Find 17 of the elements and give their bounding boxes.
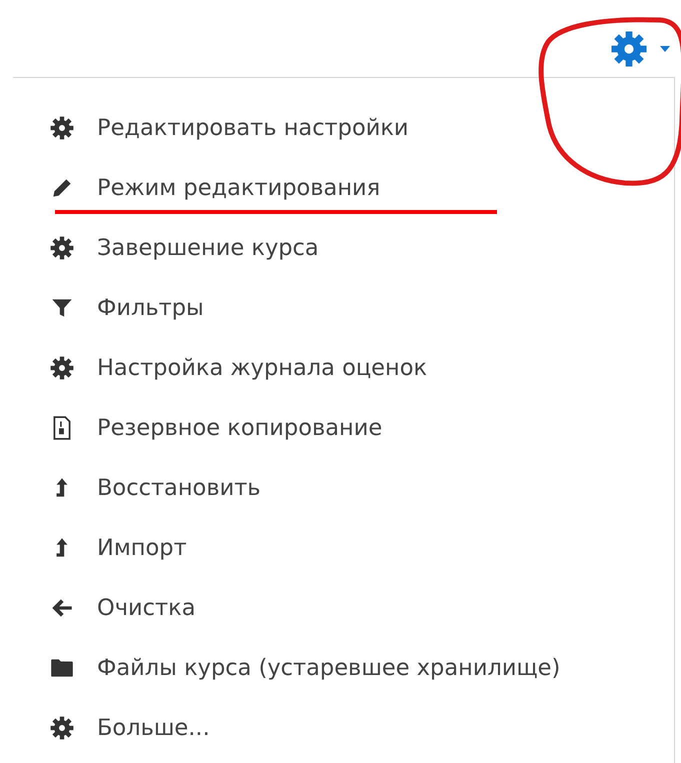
menu-item[interactable]: Восстановить (13, 458, 674, 518)
gear-icon (49, 235, 75, 261)
menu-item[interactable]: Фильтры (13, 278, 674, 338)
gear-icon (49, 715, 75, 741)
menu-item[interactable]: Редактировать настройки (13, 98, 674, 158)
menu-item[interactable]: Очистка (13, 578, 674, 638)
gear-icon (49, 355, 75, 381)
menu-item[interactable]: Завершение курса (13, 218, 674, 278)
menu-item[interactable]: Файлы курса (устаревшее хранилище) (13, 638, 674, 698)
gear-icon (49, 115, 75, 141)
gear-icon (609, 29, 649, 69)
menu-item[interactable]: Настройка журнала оценок (13, 338, 674, 398)
menu-item[interactable]: Резервное копирование (13, 398, 674, 458)
menu-item[interactable]: Режим редактирования (13, 158, 674, 218)
caret-icon (659, 45, 671, 53)
menu-item[interactable]: Импорт (13, 518, 674, 578)
menu-item[interactable]: Больше... (13, 698, 674, 758)
